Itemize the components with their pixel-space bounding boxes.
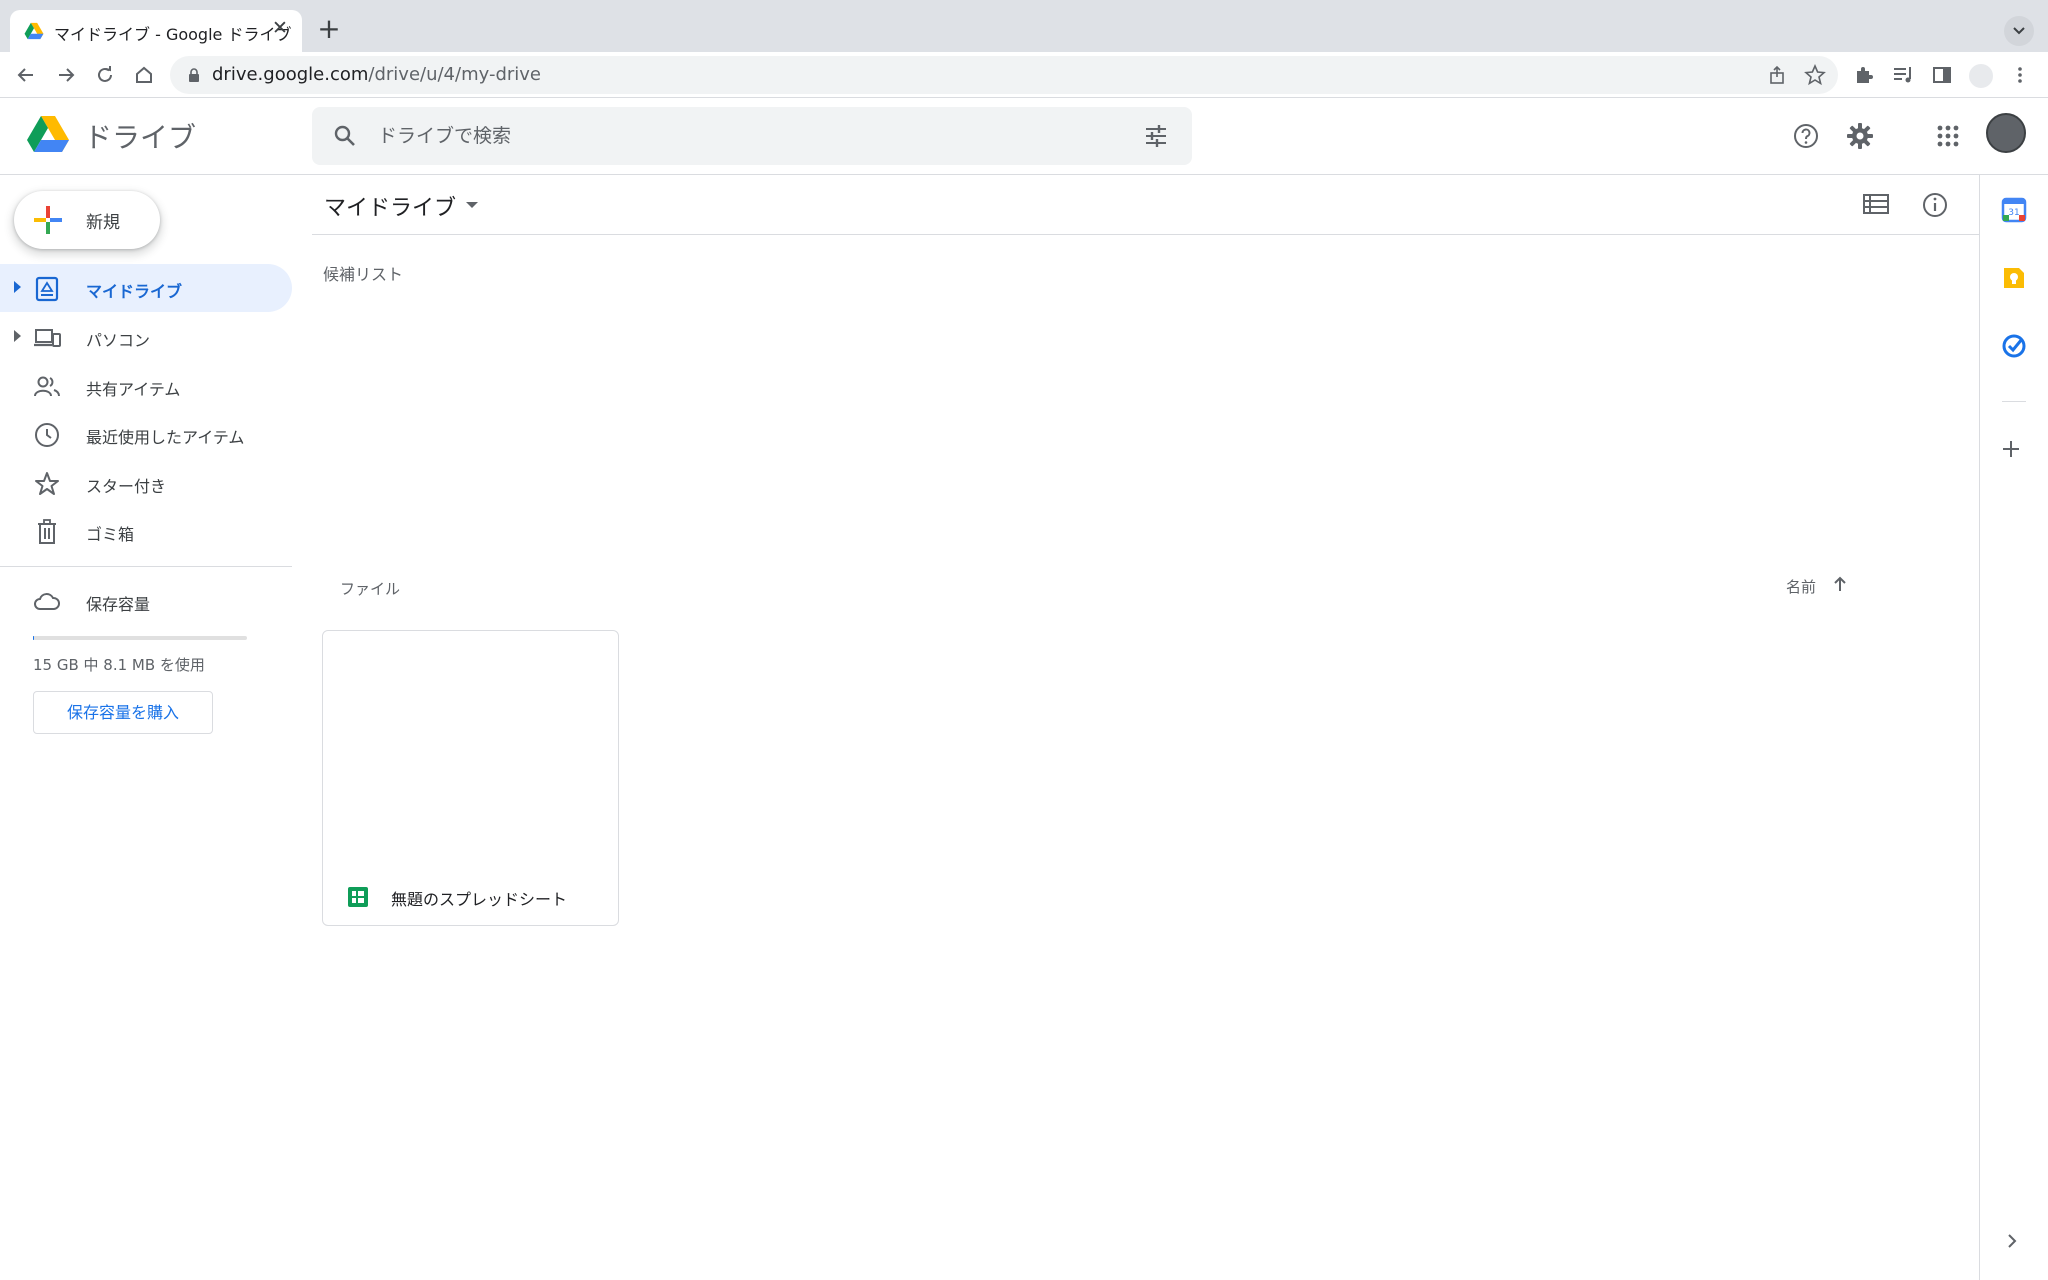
plus-icon <box>34 206 62 234</box>
suggested-section-label[interactable]: 候補リスト <box>323 261 403 285</box>
search-input[interactable] <box>378 107 1098 165</box>
chevron-down-icon <box>2013 27 2025 35</box>
account-avatar[interactable] <box>1986 113 2026 153</box>
app-name[interactable]: ドライブ <box>84 116 196 156</box>
cloud-icon <box>34 593 60 610</box>
computers-icon <box>34 329 61 347</box>
file-name: 無題のスプレッドシート <box>391 890 568 909</box>
svg-text:31: 31 <box>2008 208 2019 218</box>
drive-logo-icon[interactable] <box>26 114 70 154</box>
sidebar-item-label: 最近使用したアイテム <box>86 428 245 447</box>
sidebar-item-label: パソコン <box>86 331 151 350</box>
browser-tabstrip: マイドライブ - Google ドライブ ✕ + <box>0 0 2048 52</box>
sidebar-item-computers[interactable]: パソコン <box>0 313 292 361</box>
reload-button[interactable] <box>91 61 119 89</box>
sidebar-item-shared[interactable]: 共有アイテム <box>0 362 292 410</box>
expand-arrow-icon[interactable] <box>14 330 21 342</box>
more-vert-icon[interactable] <box>2008 63 2032 87</box>
bookmark-star-icon[interactable] <box>1804 64 1826 86</box>
add-addon-icon[interactable] <box>2000 438 2022 460</box>
search-options-icon[interactable] <box>1142 122 1170 150</box>
back-arrow-icon <box>17 68 33 82</box>
new-tab-button[interactable]: + <box>314 15 344 45</box>
help-button[interactable] <box>1790 120 1822 152</box>
apps-button[interactable] <box>1932 120 1964 152</box>
sidebar-item-starred[interactable]: スター付き <box>0 459 292 507</box>
keep-icon[interactable] <box>2001 265 2027 291</box>
file-thumbnail[interactable] <box>323 631 618 861</box>
title-dropdown-icon[interactable] <box>466 202 478 208</box>
sidebar-divider <box>0 566 292 567</box>
file-card[interactable]: 無題のスプレッドシート <box>322 630 619 926</box>
browser-profile-avatar[interactable] <box>1968 63 1994 89</box>
new-button[interactable]: 新規 <box>14 191 160 249</box>
extensions-icon[interactable] <box>1852 63 1876 87</box>
settings-button[interactable] <box>1844 120 1876 152</box>
info-icon[interactable] <box>1921 191 1949 219</box>
sidebar-item-label: ゴミ箱 <box>86 525 135 544</box>
tab-close-icon[interactable]: ✕ <box>272 19 288 38</box>
clock-icon <box>35 423 59 447</box>
address-bar[interactable]: drive.google.com/drive/u/4/my-drive <box>170 56 1838 94</box>
sort-by-name-button[interactable]: 名前 <box>1786 576 1816 597</box>
new-button-label: 新規 <box>86 213 120 233</box>
sidebar-item-label: 保存容量 <box>86 595 151 614</box>
sidebar-item-label: マイドライブ <box>86 282 183 301</box>
drive-header: ドライブ <box>0 98 2048 175</box>
trash-icon <box>38 519 56 544</box>
sort-ascending-arrow-icon[interactable] <box>1830 574 1850 594</box>
browser-tab[interactable]: マイドライブ - Google ドライブ ✕ <box>10 10 302 52</box>
media-control-icon[interactable] <box>1891 63 1915 87</box>
storage-usage-bar <box>33 636 247 640</box>
apps-grid-icon <box>1937 125 1959 147</box>
side-panel: 31 <box>1979 175 2048 1280</box>
tasks-icon[interactable] <box>2001 333 2027 359</box>
buy-storage-button[interactable]: 保存容量を購入 <box>33 691 213 734</box>
list-view-icon[interactable] <box>1862 193 1890 215</box>
sidebar-item-label: スター付き <box>86 477 167 496</box>
spreadsheet-icon <box>348 887 368 907</box>
drive-favicon-icon <box>24 22 44 40</box>
sidebar-item-trash[interactable]: ゴミ箱 <box>0 507 292 555</box>
tab-title: マイドライブ - Google ドライブ <box>54 25 292 44</box>
search-icon[interactable] <box>332 123 358 149</box>
tab-search-button[interactable] <box>2004 16 2034 46</box>
help-icon <box>1794 124 1818 148</box>
sidebar-item-label: 共有アイテム <box>86 380 181 399</box>
main-divider <box>312 234 1979 235</box>
lock-icon <box>189 68 199 82</box>
forward-button[interactable] <box>52 61 80 89</box>
sidebar-item-recent[interactable]: 最近使用したアイテム <box>0 410 292 458</box>
browser-toolbar: drive.google.com/drive/u/4/my-drive <box>0 52 2048 98</box>
page-title[interactable]: マイドライブ <box>324 190 456 222</box>
calendar-icon[interactable]: 31 <box>2001 197 2027 223</box>
expand-arrow-icon[interactable] <box>14 281 21 293</box>
files-section-label: ファイル <box>340 580 401 598</box>
reload-icon <box>98 66 112 82</box>
storage-usage-text: 15 GB 中 8.1 MB を使用 <box>33 656 205 674</box>
search-bar <box>312 107 1192 165</box>
my-drive-icon <box>35 276 59 302</box>
forward-arrow-icon <box>59 68 75 82</box>
shared-icon <box>34 376 60 397</box>
share-icon[interactable] <box>1766 64 1788 86</box>
side-panel-icon[interactable] <box>1930 63 1954 87</box>
gear-icon <box>1847 123 1873 149</box>
sidebar-item-my-drive[interactable]: マイドライブ <box>0 264 292 312</box>
sidebar-item-storage[interactable]: 保存容量 <box>0 577 292 625</box>
back-button[interactable] <box>12 61 40 89</box>
url-text: drive.google.com/drive/u/4/my-drive <box>212 64 541 85</box>
side-panel-divider <box>2002 401 2026 402</box>
star-icon <box>35 472 59 495</box>
expand-panel-chevron-icon[interactable] <box>2004 1233 2020 1249</box>
home-icon <box>136 66 152 83</box>
home-button[interactable] <box>130 61 158 89</box>
